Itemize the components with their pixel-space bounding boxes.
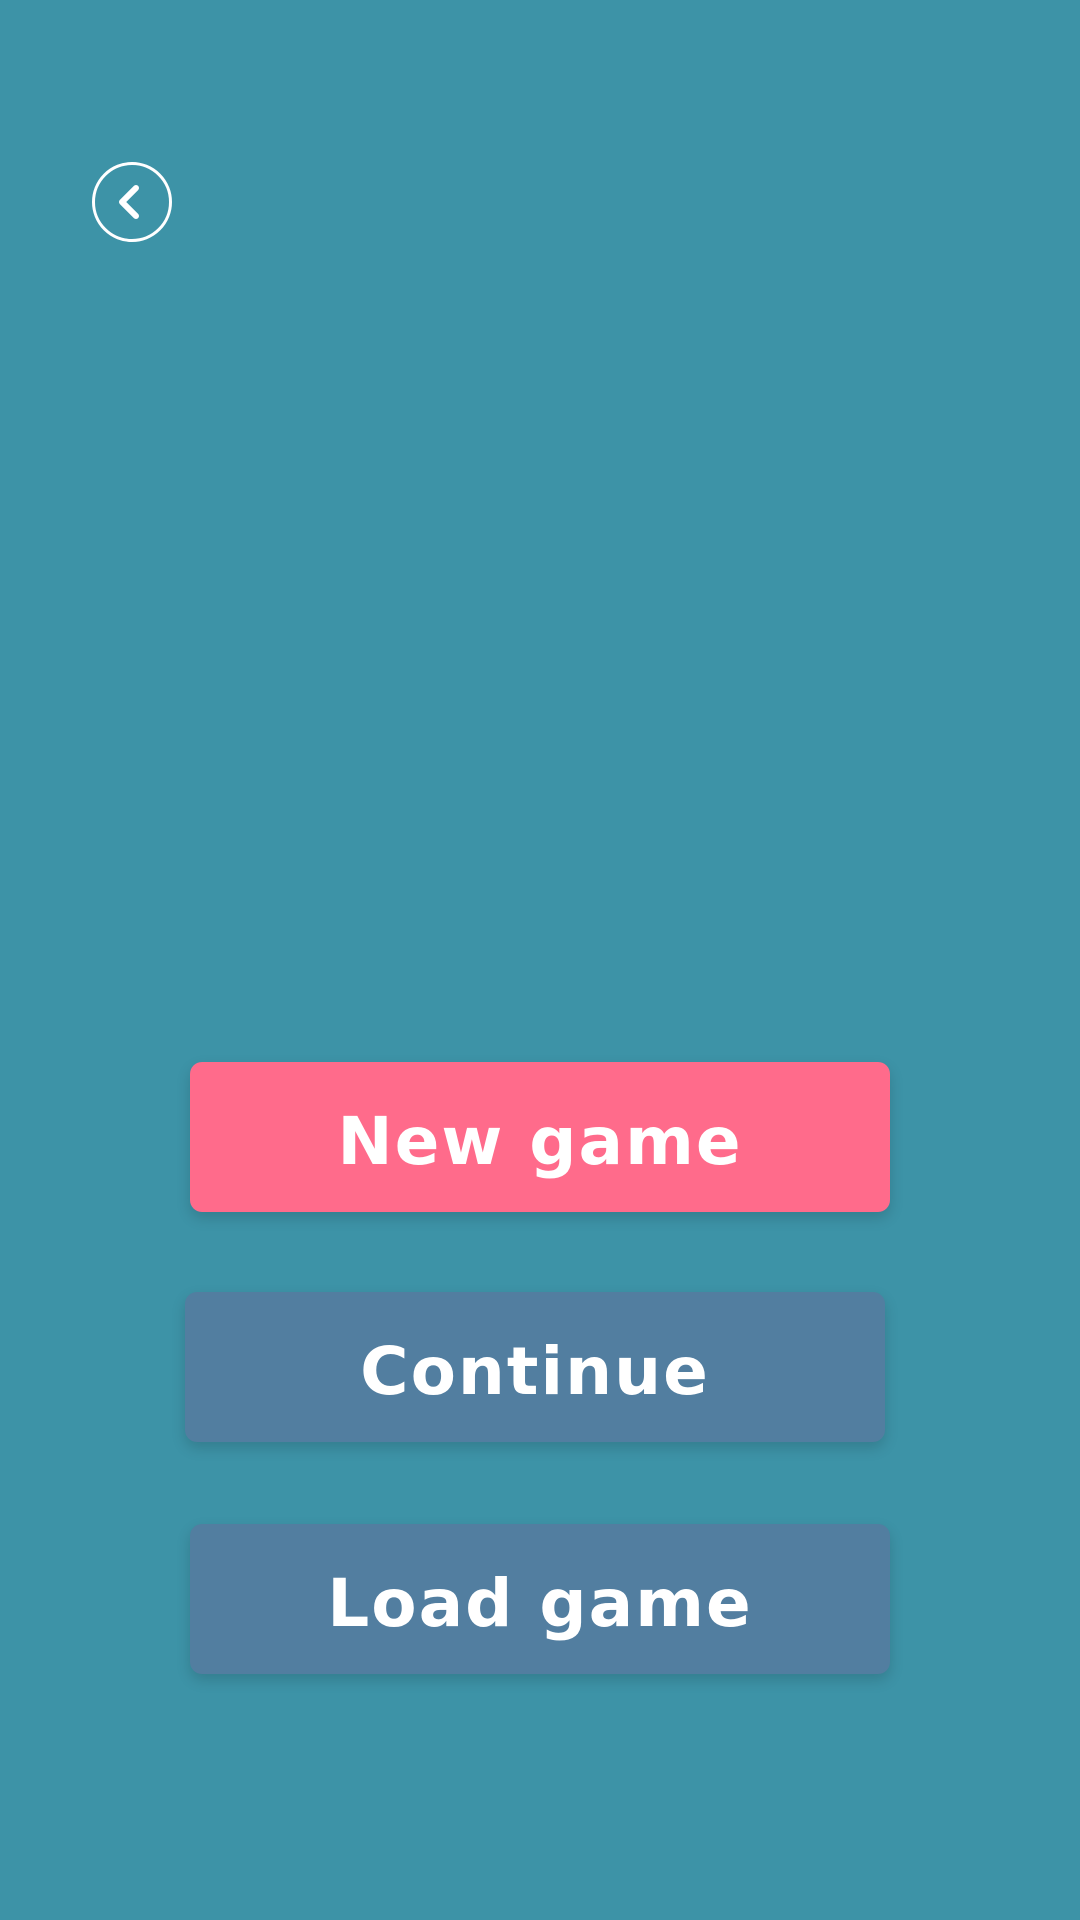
new-game-label: New game [337,1102,743,1180]
continue-button[interactable]: Continue [185,1292,885,1442]
new-game-button[interactable]: New game [190,1062,890,1212]
game-menu-screen: New game Continue Load game [0,0,1080,1920]
load-game-label: Load game [327,1564,753,1642]
chevron-left-icon [119,185,139,219]
load-game-button[interactable]: Load game [190,1524,890,1674]
back-button[interactable] [92,162,172,242]
continue-label: Continue [360,1332,710,1410]
